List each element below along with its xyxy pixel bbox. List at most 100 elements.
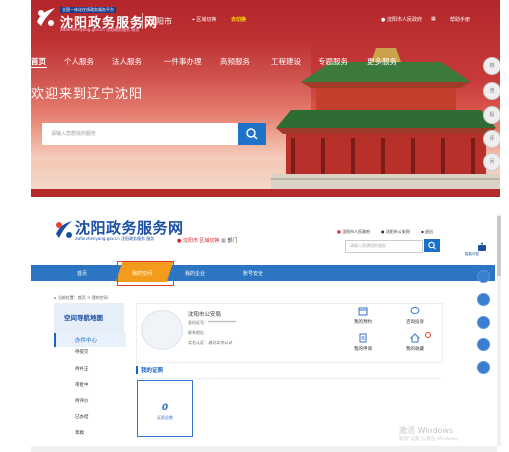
nav-more[interactable]: 更多服务 (367, 56, 397, 67)
robot-icon[interactable] (476, 242, 488, 252)
tile-label: 咨询投诉 (406, 320, 424, 325)
logout-link[interactable]: ▪ 退出 (421, 229, 433, 235)
nav-my-company[interactable]: 我的企业 (185, 270, 205, 277)
right-tool-rate[interactable] (477, 361, 490, 374)
tile-label: 我的收藏 (406, 347, 424, 352)
notification-dot (425, 332, 431, 338)
search-input[interactable]: 请输入您想找的服务 (345, 240, 423, 253)
user-auth-label: 实名认证： (188, 340, 208, 345)
logo-url: zwfw.shenyang.gov.cn 沈阳政务服务 服务 (75, 236, 155, 241)
search-input[interactable]: 请输入您想找的服务 (42, 123, 238, 145)
windows-activation-hint: 转到“设置”以激活 Windows。 (399, 437, 462, 442)
horizontal-scrollbar[interactable] (31, 446, 497, 452)
sidebar-title[interactable]: 空间导航地图 (64, 312, 103, 322)
user-link-label: 沈阳市公安网 (385, 229, 410, 234)
tile-my-favorites[interactable]: 我的收藏 (391, 331, 439, 355)
tile-label: 我的申请 (354, 347, 372, 352)
city-label: 沈阳市 (148, 17, 172, 26)
licence-section-header: 我的证照 (136, 364, 441, 379)
dept-label: 部门 (227, 238, 238, 244)
side-tool-hot[interactable]: 热 (483, 57, 500, 75)
search-button[interactable] (238, 123, 266, 145)
location-switch[interactable]: ⌖ 区域切换 (192, 16, 216, 23)
logo-url: zwfw.shenyang.gov.cn 沈阳政务服务 服务 (60, 27, 140, 32)
city-label: 沈阳市 区域切换 (182, 238, 220, 244)
nav-personal[interactable]: 个人服务 (64, 56, 94, 67)
search-placeholder: 请输入您想找的服务 (350, 243, 386, 248)
user-id-label: 身份证号： (188, 320, 208, 325)
tile-my-appointment[interactable]: 我的预约 (339, 304, 387, 328)
nav-home[interactable]: 首页 (31, 56, 46, 67)
nav-corporate[interactable]: 法人服务 (112, 56, 142, 67)
search-button[interactable] (424, 239, 440, 252)
sidebar-item-completed[interactable]: 已办结 (75, 414, 89, 420)
nav-home[interactable]: 首页 (77, 270, 87, 277)
user-auth: 实名认证：通过实名认证 (188, 340, 232, 346)
tile-label: 我的预约 (354, 320, 372, 325)
help-link[interactable]: 帮助手册 (450, 16, 470, 23)
nav-construction[interactable]: 工程建设 (271, 56, 301, 67)
user-name: 沈阳市公安局 (188, 312, 222, 318)
licence-count-card[interactable]: 0 证照总数 (137, 380, 193, 437)
nav-active-underline (31, 67, 47, 68)
user-auth-value: 通过实名认证 (208, 340, 232, 345)
search-icon (428, 241, 436, 250)
side-tool-rate[interactable]: 评 (483, 130, 500, 148)
avatar (141, 310, 183, 350)
right-tool-handle[interactable] (477, 316, 490, 329)
user-link[interactable]: ● 沈阳市公安网 (381, 229, 410, 235)
sidebar-item-pending-review[interactable]: 待评价 (75, 398, 89, 404)
breadcrumb: ⌂ 当前位置：首页 > 我的空间 (54, 295, 108, 301)
side-tool-ask[interactable]: 问 (483, 153, 500, 171)
right-tool-ask[interactable] (477, 338, 490, 351)
nav-one-thing[interactable]: 一件事办理 (164, 56, 202, 67)
document-icon (359, 333, 367, 343)
location-label: 区域切换 (196, 17, 217, 23)
nav-topics[interactable]: 专题服务 (318, 56, 348, 67)
gov-link[interactable]: ● 沈阳市人民政府 (381, 16, 422, 23)
section-marker (136, 366, 138, 374)
tile-consult[interactable]: 咨询投诉 (391, 304, 439, 328)
personal-space-page: 沈阳政务服务网 zwfw.shenyang.gov.cn 沈阳政务服务 服务 ●… (31, 214, 501, 452)
search-icon (246, 128, 258, 140)
dept-link[interactable]: ▥ 部门 (221, 237, 237, 244)
licence-count: 0 (161, 403, 169, 413)
gov-link-label: 沈阳市人民政府 (342, 229, 371, 234)
logo-title[interactable]: 沈阳政务服务网 (75, 217, 184, 238)
city-switch-link[interactable]: 去切换 (231, 16, 246, 23)
user-id: 身份证号：************** (188, 320, 236, 326)
sidebar-item-drafts[interactable]: 草稿 (75, 430, 84, 436)
scrollbar-thumb[interactable] (497, 216, 501, 276)
search-placeholder: 请输入您想找的服务 (51, 131, 97, 137)
side-tool-complaint[interactable]: 投 (483, 106, 500, 124)
portal-page: 全国一体化在线政务服务平台 沈阳政务服务网 zwfw.shenyang.gov.… (31, 0, 500, 197)
gov-link-label: 沈阳市人民政府 (386, 17, 422, 23)
user-id-value: ************** (208, 320, 236, 325)
sidebar-item-in-approval[interactable]: 审批中 (75, 382, 89, 388)
logout-label: 退出 (424, 229, 433, 234)
right-tool-view[interactable] (477, 270, 490, 283)
sidebar-item-office-center[interactable]: 办件中心 (75, 336, 97, 344)
chat-icon (410, 307, 420, 314)
gov-link[interactable]: ■ 沈阳市人民政府 (337, 229, 370, 235)
licence-count-label: 证照总数 (157, 415, 173, 420)
palace-image (271, 48, 500, 190)
smart-qa-label: 智能问答 (465, 252, 479, 256)
user-address-label: 联系地址： (188, 330, 208, 335)
tile-my-application[interactable]: 我的申请 (339, 331, 387, 355)
breadcrumb-text: 当前位置：首页 > 我的空间 (57, 295, 108, 300)
header-divider (142, 13, 143, 29)
windows-activation-watermark: 激活 Windows (399, 426, 454, 435)
sidebar-item-pending-correct[interactable]: 待补正 (75, 366, 89, 372)
city-switch[interactable]: ● 沈阳市 区域切换 (177, 237, 220, 244)
nav-frequent[interactable]: 高频服务 (220, 56, 250, 67)
calendar-icon (358, 307, 368, 316)
nav-my-space[interactable]: 我的空间 (132, 270, 152, 277)
logo-icon (37, 8, 55, 26)
side-tool-consult[interactable]: 咨 (483, 82, 500, 100)
nav-account-security[interactable]: 账号安全 (243, 270, 263, 277)
grid-icon[interactable]: ▦ (431, 16, 436, 22)
right-tool-search[interactable] (477, 293, 490, 306)
sidebar-item-pending-submit[interactable]: 待提交 (75, 349, 89, 355)
portal-footer-bar (31, 189, 500, 197)
